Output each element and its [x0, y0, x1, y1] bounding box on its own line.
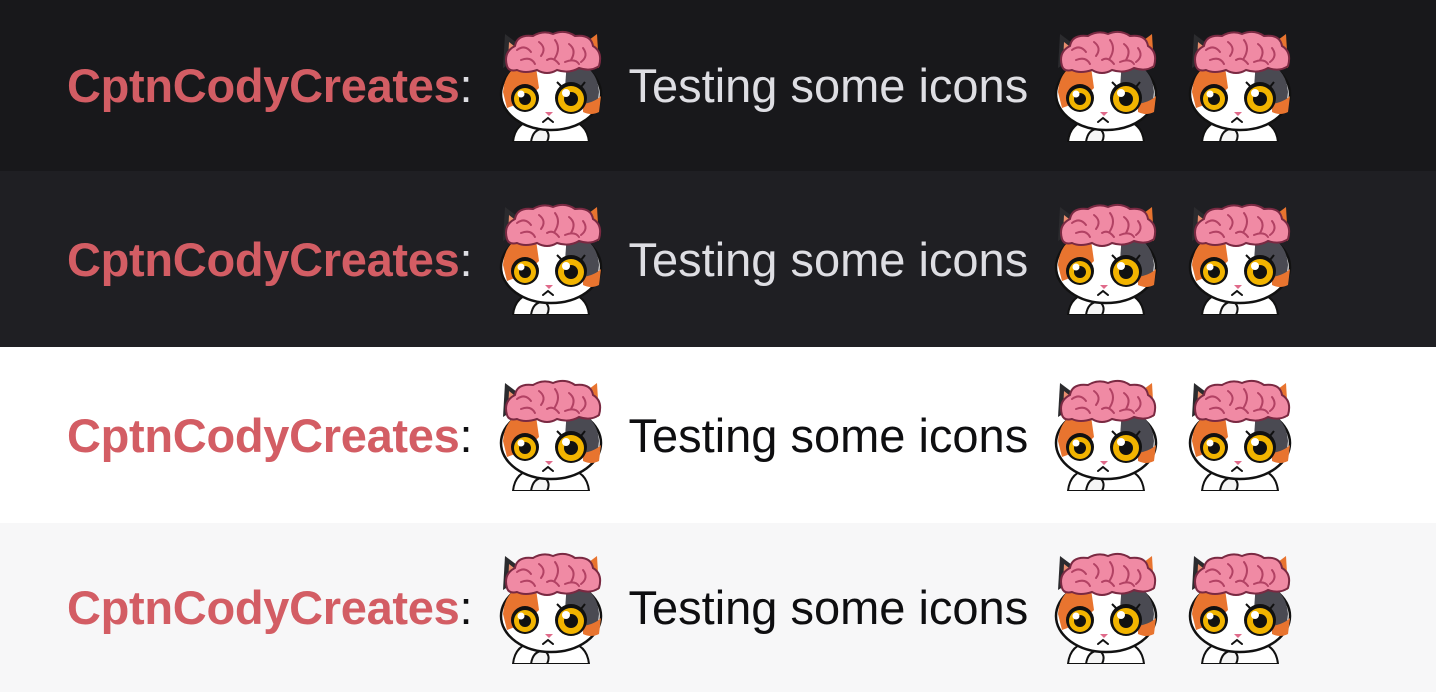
brain-cat-emote-icon	[1184, 30, 1296, 142]
chat-username[interactable]: CptnCodyCreates	[67, 408, 460, 463]
brain-cat-emote-icon	[1184, 203, 1296, 315]
brain-cat-emote-icon	[1050, 30, 1162, 142]
brain-cat-emote-icon	[1050, 552, 1162, 664]
chat-separator: :	[459, 232, 473, 286]
chat-message-text: Testing some icons	[628, 232, 1029, 286]
chat-message-text: Testing some icons	[628, 581, 1029, 634]
chat-separator: :	[459, 581, 473, 634]
brain-cat-emote-icon	[495, 30, 607, 142]
brain-cat-emote-icon	[1050, 379, 1162, 491]
chat-message-text: Testing some icons	[628, 408, 1029, 462]
brain-cat-emote-icon	[1184, 379, 1296, 491]
chat-preview: CptnCodyCreates : Testing some icons Cpt…	[0, 0, 1436, 692]
chat-line-light-alt: CptnCodyCreates : Testing some icons	[0, 523, 1436, 692]
chat-line-dark: CptnCodyCreates : Testing some icons	[0, 0, 1436, 171]
brain-cat-emote-icon	[495, 552, 607, 664]
chat-separator: :	[459, 59, 473, 112]
chat-line-light: CptnCodyCreates : Testing some icons	[0, 347, 1436, 523]
brain-cat-emote-icon	[495, 203, 607, 315]
chat-username[interactable]: CptnCodyCreates	[67, 232, 460, 287]
chat-line-dark-alt: CptnCodyCreates : Testing some icons	[0, 171, 1436, 347]
chat-username[interactable]: CptnCodyCreates	[67, 58, 460, 113]
brain-cat-emote-icon	[1184, 552, 1296, 664]
brain-cat-emote-icon	[495, 379, 607, 491]
brain-cat-emote-icon	[1050, 203, 1162, 315]
chat-separator: :	[459, 408, 473, 462]
chat-username[interactable]: CptnCodyCreates	[67, 580, 460, 635]
chat-message-text: Testing some icons	[628, 59, 1029, 112]
